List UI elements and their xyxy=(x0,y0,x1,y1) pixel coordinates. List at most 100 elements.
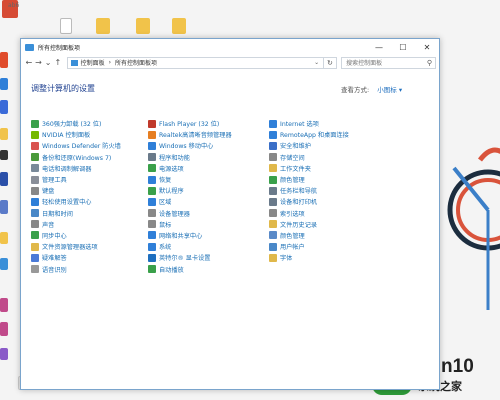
control-panel-item[interactable]: 颜色管理 xyxy=(269,174,349,185)
app-icon[interactable] xyxy=(0,298,8,312)
item-label: Realtek高清晰音频管理器 xyxy=(159,132,232,140)
control-panel-item[interactable]: 网络和共享中心 xyxy=(148,230,232,241)
up-button[interactable]: ↑ xyxy=(53,58,63,67)
item-label: 区域 xyxy=(159,199,172,207)
control-panel-item[interactable]: 安全和维护 xyxy=(269,140,349,151)
forward-button[interactable]: → xyxy=(34,58,44,67)
app-icon[interactable] xyxy=(0,78,8,90)
app-icon[interactable] xyxy=(0,200,8,214)
app-icon[interactable] xyxy=(0,322,8,336)
control-panel-item[interactable]: 恢复 xyxy=(148,174,232,185)
app-icon[interactable] xyxy=(0,100,8,114)
view-by: 查看方式: 小图标 ▾ xyxy=(341,84,402,94)
control-panel-item[interactable]: 默认程序 xyxy=(148,185,232,196)
folder-icon[interactable] xyxy=(172,18,186,34)
control-panel-item[interactable]: 鼠标 xyxy=(148,219,232,230)
item-icon xyxy=(31,231,39,240)
control-panel-item[interactable]: 日期和时间 xyxy=(31,208,121,219)
search-input[interactable]: 搜索控制面板 ⚲ xyxy=(341,56,436,69)
close-button[interactable]: ✕ xyxy=(415,39,439,55)
control-panel-item[interactable]: 管理工具 xyxy=(31,174,121,185)
control-panel-item[interactable]: Internet 选项 xyxy=(269,118,349,129)
view-by-label: 查看方式: xyxy=(341,86,370,94)
control-panel-item[interactable]: Windows 移动中心 xyxy=(148,140,232,151)
control-panel-item[interactable]: 轻松使用设置中心 xyxy=(31,196,121,207)
control-panel-item[interactable]: NVIDIA 控制面板 xyxy=(31,129,121,140)
app-icon[interactable] xyxy=(0,258,8,270)
breadcrumb-separator[interactable]: › xyxy=(109,59,111,66)
control-panel-item[interactable]: 自动播放 xyxy=(148,263,232,274)
control-panel-item[interactable]: 工作文件夹 xyxy=(269,163,349,174)
control-panel-item[interactable]: 文件历史记录 xyxy=(269,219,349,230)
control-panel-item[interactable]: 系统 xyxy=(148,241,232,252)
control-panel-item[interactable]: 颜色管理 xyxy=(269,230,349,241)
back-button[interactable]: ← xyxy=(24,58,34,67)
control-panel-window: 所有控制面板项 — ☐ ✕ ← → ⌄ ↑ 控制面板 › 所有控制面板项 ⌄ ↻… xyxy=(20,38,440,390)
item-label: 电源选项 xyxy=(159,165,184,173)
recent-locations-button[interactable]: ⌄ xyxy=(43,58,53,67)
control-panel-item[interactable]: 疑难解答 xyxy=(31,252,121,263)
refresh-button[interactable]: ↻ xyxy=(323,56,338,69)
control-panel-item[interactable]: 设备和打印机 xyxy=(269,196,349,207)
control-panel-item[interactable]: Realtek高清晰音频管理器 xyxy=(148,129,232,140)
control-panel-item[interactable]: 存储空间 xyxy=(269,152,349,163)
control-panel-item[interactable]: Flash Player (32 位) xyxy=(148,118,232,129)
control-panel-item[interactable]: 区域 xyxy=(148,196,232,207)
control-panel-item[interactable]: RemoteApp 和桌面连接 xyxy=(269,129,349,140)
item-icon xyxy=(148,209,156,218)
app-icon[interactable] xyxy=(0,150,8,160)
item-icon xyxy=(269,242,277,251)
item-icon xyxy=(31,141,39,150)
item-icon xyxy=(31,130,39,139)
app-icon[interactable] xyxy=(0,232,8,244)
control-panel-item[interactable]: 英特尔® 显卡设置 xyxy=(148,252,232,263)
app-icon[interactable] xyxy=(0,52,8,68)
control-panel-item[interactable]: 备份和还原(Windows 7) xyxy=(31,152,121,163)
control-panel-item[interactable]: 用户帐户 xyxy=(269,241,349,252)
address-field[interactable]: 控制面板 › 所有控制面板项 ⌄ xyxy=(66,56,324,69)
control-panel-item[interactable]: 语音识别 xyxy=(31,263,121,274)
item-label: 系统 xyxy=(159,244,172,252)
item-icon xyxy=(269,119,277,128)
app-icon[interactable] xyxy=(0,172,8,186)
breadcrumb-all-items[interactable]: 所有控制面板项 xyxy=(115,58,157,67)
maximize-button[interactable]: ☐ xyxy=(391,39,415,55)
control-panel-item[interactable]: 电源选项 xyxy=(148,163,232,174)
minimize-button[interactable]: — xyxy=(367,39,391,55)
control-panel-item[interactable]: 程序和功能 xyxy=(148,152,232,163)
control-panel-item[interactable]: 设备管理器 xyxy=(148,208,232,219)
search-icon[interactable]: ⚲ xyxy=(427,59,432,67)
control-panel-item[interactable]: 文件资源管理器选项 xyxy=(31,241,121,252)
item-label: 管理工具 xyxy=(42,177,67,185)
item-icon xyxy=(31,164,39,173)
breadcrumb-control-panel[interactable]: 控制面板 xyxy=(81,58,105,67)
control-panel-item[interactable]: Windows Defender 防火墙 xyxy=(31,140,121,151)
control-panel-item[interactable]: 360强力卸载 (32 位) xyxy=(31,118,121,129)
item-icon xyxy=(31,253,39,262)
control-panel-item[interactable]: 电话和调制解调器 xyxy=(31,163,121,174)
item-label: 文件历史记录 xyxy=(280,221,318,229)
folder-icon[interactable] xyxy=(96,18,110,34)
control-panel-item[interactable]: 键盘 xyxy=(31,185,121,196)
title-bar[interactable]: 所有控制面板项 — ☐ ✕ xyxy=(21,39,439,55)
app-icon[interactable] xyxy=(0,348,8,360)
folder-icon[interactable] xyxy=(136,18,150,34)
item-label: 鼠标 xyxy=(159,221,172,229)
item-label: 默认程序 xyxy=(159,188,184,196)
control-panel-item[interactable]: 同步中心 xyxy=(31,230,121,241)
item-icon xyxy=(269,130,277,139)
item-label: 日期和时间 xyxy=(42,210,73,218)
item-label: 恢复 xyxy=(159,177,172,185)
control-panel-item[interactable]: 声音 xyxy=(31,219,121,230)
control-panel-item[interactable]: 字体 xyxy=(269,252,349,263)
app-icon[interactable] xyxy=(0,128,8,140)
control-panel-item[interactable]: 任务栏和导航 xyxy=(269,185,349,196)
file-icon[interactable] xyxy=(60,18,72,34)
view-by-dropdown[interactable]: 小图标 ▾ xyxy=(377,86,402,94)
content-area: 调整计算机的设置 查看方式: 小图标 ▾ 360强力卸载 (32 位) NVIDI… xyxy=(21,70,439,389)
item-icon xyxy=(269,231,277,240)
chevron-down-icon[interactable]: ⌄ xyxy=(311,59,323,66)
control-panel-item[interactable]: 索引选项 xyxy=(269,208,349,219)
item-icon xyxy=(269,141,277,150)
items-column-1: 360强力卸载 (32 位) NVIDIA 控制面板 Windows Defende… xyxy=(31,118,121,275)
